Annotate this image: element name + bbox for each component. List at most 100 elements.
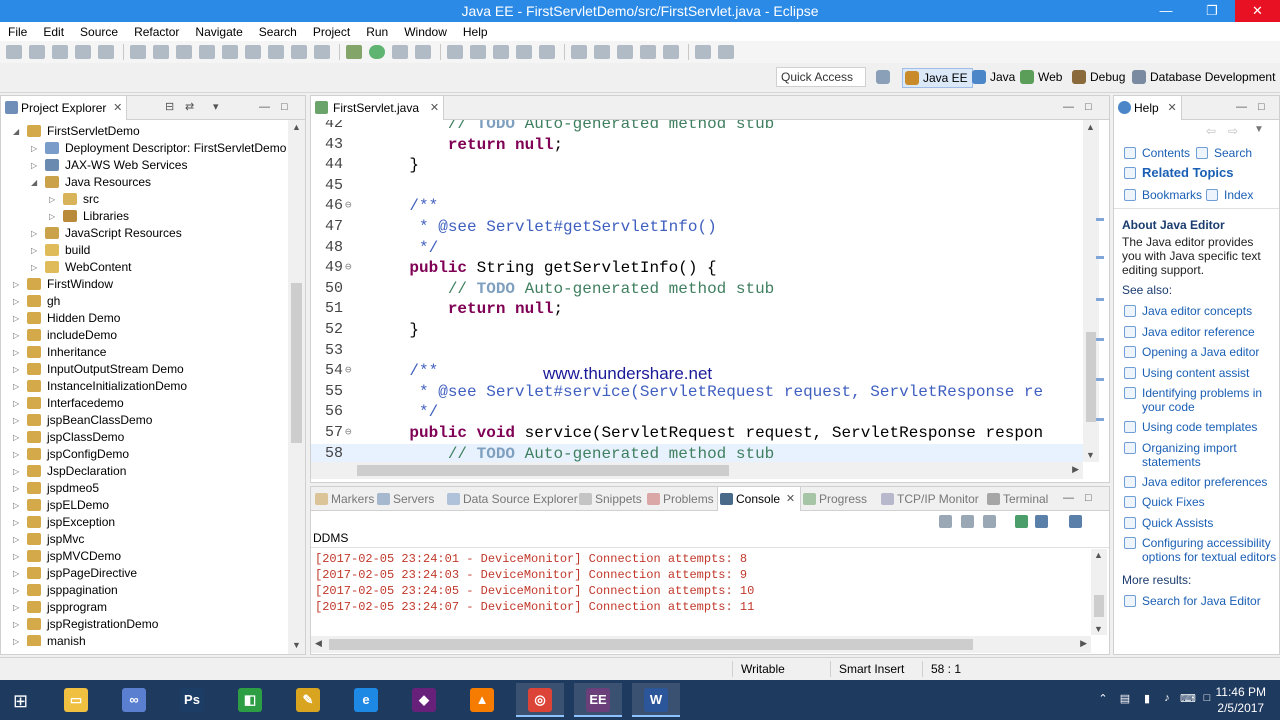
- perspective-web[interactable]: Web: [1018, 68, 1062, 88]
- tab-servers[interactable]: Servers: [375, 487, 434, 511]
- collapsed-arrow-icon[interactable]: ▷: [31, 157, 41, 174]
- tab-snippets[interactable]: Snippets: [577, 487, 642, 511]
- editor-scrollbar[interactable]: ▲ ▼: [1083, 120, 1099, 462]
- editor-scroll-thumb[interactable]: [1086, 332, 1096, 422]
- terminate-icon[interactable]: [199, 45, 215, 59]
- help-topic-link[interactable]: Java editor concepts: [1124, 304, 1278, 318]
- new-java-project-icon[interactable]: [470, 45, 486, 59]
- collapsed-arrow-icon[interactable]: ▷: [49, 208, 59, 225]
- tab-firstservlet-java[interactable]: FirstServlet.java ✕: [311, 96, 445, 120]
- code-editor[interactable]: 42 // TODO Auto-generated method stub 43 …: [311, 120, 1083, 462]
- minimize-button[interactable]: —: [1143, 0, 1189, 22]
- maximize-view-icon[interactable]: □: [1258, 96, 1265, 120]
- collapsed-arrow-icon[interactable]: ▷: [13, 327, 23, 344]
- view-menu-icon[interactable]: ▾: [213, 96, 219, 120]
- explorer-scroll-thumb[interactable]: [291, 283, 302, 443]
- maximize-view-icon[interactable]: □: [1085, 487, 1092, 511]
- suspend-icon[interactable]: [176, 45, 192, 59]
- menu-navigate[interactable]: Navigate: [187, 25, 250, 39]
- quick-access-input[interactable]: Quick Access: [776, 67, 866, 87]
- overview-ruler-mark[interactable]: [1096, 378, 1104, 381]
- restore-button[interactable]: ❐: [1189, 0, 1235, 22]
- scroll-up-icon[interactable]: ▲: [1086, 122, 1095, 132]
- collapsed-arrow-icon[interactable]: ▷: [13, 599, 23, 616]
- menu-file[interactable]: File: [0, 25, 35, 39]
- new-icon[interactable]: [6, 45, 22, 59]
- battery-icon[interactable]: ▮: [1140, 692, 1154, 706]
- collapsed-arrow-icon[interactable]: ▷: [13, 616, 23, 633]
- collapsed-arrow-icon[interactable]: ▷: [13, 395, 23, 412]
- collapsed-arrow-icon[interactable]: ▷: [13, 276, 23, 293]
- scroll-lock-icon[interactable]: [961, 515, 974, 528]
- taskbar-visual-studio[interactable]: ◆: [400, 683, 448, 717]
- overview-ruler-mark[interactable]: [1096, 298, 1104, 301]
- editor-hscroll-thumb[interactable]: [357, 465, 729, 476]
- start-button[interactable]: ⊞: [0, 683, 48, 717]
- related-topics-link[interactable]: Related Topics: [1124, 166, 1278, 180]
- help-topic-link[interactable]: Configuring accessibility options for te…: [1124, 536, 1278, 564]
- menu-project[interactable]: Project: [305, 25, 358, 39]
- explorer-scrollbar[interactable]: ▲ ▼: [288, 120, 305, 654]
- tab-console[interactable]: Console ✕: [717, 487, 802, 511]
- tray-overflow-icon[interactable]: ⌃: [1096, 692, 1110, 706]
- collapsed-arrow-icon[interactable]: ▷: [31, 259, 41, 276]
- external-tools-icon[interactable]: [415, 45, 431, 59]
- run-last-icon[interactable]: [392, 45, 408, 59]
- code-line[interactable]: 50 // TODO Auto-generated method stub: [311, 279, 1083, 300]
- help-topic-link[interactable]: Identifying problems in your code: [1124, 386, 1278, 414]
- taskbar-eclipse-ide[interactable]: EE: [574, 683, 622, 717]
- help-topic-link[interactable]: Organizing import statements: [1124, 441, 1278, 469]
- debug-icon[interactable]: [346, 45, 362, 59]
- console-hscroll-thumb[interactable]: [329, 639, 973, 650]
- code-line[interactable]: 55 * @see Servlet#service(ServletRequest…: [311, 382, 1083, 403]
- fold-icon[interactable]: ⊖: [345, 361, 352, 382]
- code-line[interactable]: 56 */: [311, 402, 1083, 423]
- next-annotation-icon[interactable]: [594, 45, 610, 59]
- tab-terminal[interactable]: Terminal: [985, 487, 1048, 511]
- menu-help[interactable]: Help: [455, 25, 496, 39]
- collapsed-arrow-icon[interactable]: ▷: [13, 446, 23, 463]
- taskbar-clock[interactable]: 11:46 PM 2/5/2017: [1216, 684, 1266, 716]
- volume-icon[interactable]: ♪: [1160, 692, 1174, 706]
- scroll-down-icon[interactable]: ▼: [1086, 450, 1095, 460]
- save-all-icon[interactable]: [52, 45, 68, 59]
- scroll-left-icon[interactable]: ◀: [315, 638, 322, 649]
- save-icon[interactable]: [29, 45, 45, 59]
- search-icon[interactable]: [539, 45, 555, 59]
- open-console-icon[interactable]: [1069, 515, 1082, 528]
- taskbar-paint[interactable]: ✎: [284, 683, 332, 717]
- console-output[interactable]: [2017-02-05 23:24:01 - DeviceMonitor] Co…: [311, 549, 1089, 627]
- menu-refactor[interactable]: Refactor: [126, 25, 187, 39]
- tab-progress[interactable]: Progress: [801, 487, 867, 511]
- drop-to-frame-icon[interactable]: [314, 45, 330, 59]
- status-insert-mode[interactable]: Smart Insert: [830, 661, 922, 677]
- collapsed-arrow-icon[interactable]: ▷: [13, 310, 23, 327]
- menu-window[interactable]: Window: [396, 25, 455, 39]
- collapsed-arrow-icon[interactable]: ▷: [13, 344, 23, 361]
- open-type-icon[interactable]: [493, 45, 509, 59]
- network-icon[interactable]: ▤: [1118, 692, 1132, 706]
- tab-problems[interactable]: Problems: [645, 487, 714, 511]
- help-search-link[interactable]: Search: [1196, 146, 1274, 160]
- skip-breakpoints-icon[interactable]: [130, 45, 146, 59]
- editor-hscrollbar[interactable]: ▶: [311, 462, 1083, 479]
- overview-ruler-mark[interactable]: [1096, 418, 1104, 421]
- code-line[interactable]: 48 */: [311, 238, 1083, 259]
- properties-icon[interactable]: [98, 45, 114, 59]
- collapsed-arrow-icon[interactable]: ▷: [13, 582, 23, 599]
- last-edit-icon[interactable]: [663, 45, 679, 59]
- collapsed-arrow-icon[interactable]: ▷: [13, 531, 23, 548]
- new-server-icon[interactable]: [447, 45, 463, 59]
- scroll-up-icon[interactable]: ▲: [292, 122, 301, 132]
- taskbar-file-explorer[interactable]: ▭: [52, 683, 100, 717]
- close-icon[interactable]: ✕: [1167, 96, 1176, 120]
- fold-icon[interactable]: ⊖: [345, 258, 352, 279]
- taskbar-word[interactable]: W: [632, 683, 680, 717]
- taskbar-store[interactable]: ◧: [226, 683, 274, 717]
- taskbar-chrome[interactable]: ◎: [516, 683, 564, 717]
- code-line[interactable]: 43 return null;: [311, 135, 1083, 156]
- collapsed-arrow-icon[interactable]: ▷: [31, 140, 41, 157]
- console-hscrollbar[interactable]: ◀ ▶: [311, 636, 1091, 653]
- disconnect-icon[interactable]: [222, 45, 238, 59]
- tab-tcp-ip-monitor[interactable]: TCP/IP Monitor: [879, 487, 979, 511]
